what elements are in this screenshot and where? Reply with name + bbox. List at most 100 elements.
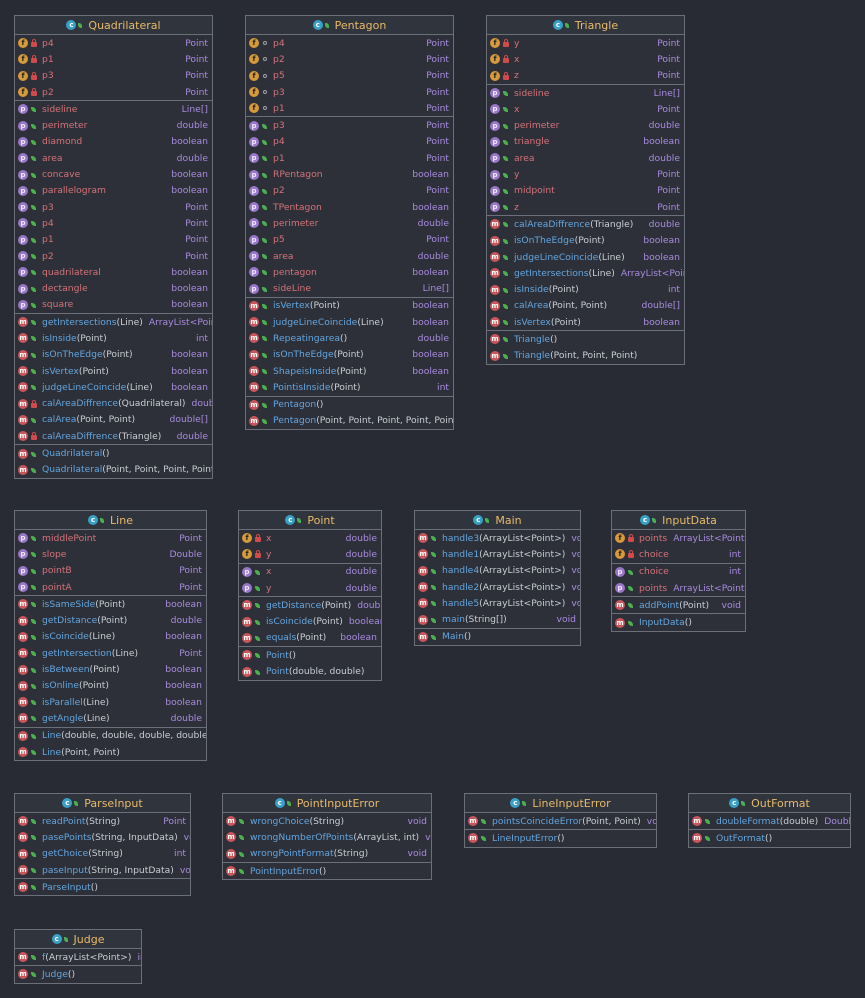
- method-row[interactable]: m OutFormat(): [689, 830, 850, 846]
- method-row[interactable]: m pointsCoincideError(Point, Point) void: [465, 813, 656, 829]
- method-row[interactable]: m Point (double, double): [239, 663, 381, 679]
- class-header[interactable]: c Line: [15, 511, 206, 530]
- field-row[interactable]: f p4 Point: [15, 35, 212, 51]
- class-header[interactable]: c OutFormat: [689, 794, 850, 813]
- method-row[interactable]: m isOnTheEdge (Point) boolean: [15, 347, 212, 363]
- method-row[interactable]: m isParallel (Line) boolean: [15, 694, 206, 710]
- method-row[interactable]: m paseInput(String, InputData) void: [15, 862, 190, 878]
- method-row[interactable]: m ParseInput(): [15, 879, 190, 895]
- field-row[interactable]: f points ArrayList<Point>: [612, 530, 745, 546]
- method-row[interactable]: m calAreaDiffrence(Quadrilateral) double: [15, 396, 212, 412]
- method-row[interactable]: m Repeatingarea() double: [246, 330, 453, 346]
- property-row[interactable]: p y Point: [487, 166, 684, 182]
- field-row[interactable]: f choice int: [612, 546, 745, 562]
- property-row[interactable]: p middlePoint Point: [15, 530, 206, 546]
- method-row[interactable]: m isInside (Point) int: [15, 330, 212, 346]
- property-row[interactable]: p RPentagon boolean: [246, 166, 453, 182]
- method-row[interactable]: m wrongPointFormat (String) void: [223, 846, 431, 862]
- property-row[interactable]: p slope Double: [15, 546, 206, 562]
- method-row[interactable]: m Line (double, double, double, double): [15, 728, 206, 744]
- method-row[interactable]: m calArea (Point, Point) double[]: [487, 298, 684, 314]
- method-row[interactable]: m handle2(ArrayList<Point>) void: [415, 579, 580, 595]
- method-row[interactable]: m Triangle(): [487, 331, 684, 347]
- class-header[interactable]: c Pentagon: [246, 16, 453, 35]
- uml-class-Line[interactable]: c Line p middlePoint Point p slope Double p point…: [14, 510, 207, 762]
- method-row[interactable]: m judgeLineCoincide (Line) boolean: [246, 314, 453, 330]
- method-row[interactable]: m isVertex (Point) boolean: [15, 363, 212, 379]
- method-row[interactable]: m calAreaDiffrence (Triangle) double: [15, 428, 212, 444]
- uml-class-Pentagon[interactable]: c Pentagon f p4 Point f p2 Point f p5 Point f p3 Poin…: [245, 15, 454, 431]
- class-header[interactable]: c ParseInput: [15, 794, 190, 813]
- method-row[interactable]: m isOnline (Point) boolean: [15, 678, 206, 694]
- field-row[interactable]: f p3 Point: [246, 84, 453, 100]
- property-row[interactable]: p pointB Point: [15, 563, 206, 579]
- uml-class-Triangle[interactable]: c Triangle f y Point f x Point f z Point p sideline L…: [486, 15, 685, 365]
- uml-class-InputData[interactable]: c InputData f points ArrayList<Point> f choice…: [611, 510, 746, 632]
- property-row[interactable]: p z Point: [487, 199, 684, 215]
- property-row[interactable]: p p4 Point: [246, 134, 453, 150]
- method-row[interactable]: m getIntersections(Line) ArrayList<Point>: [15, 314, 212, 330]
- method-row[interactable]: m Quadrilateral (Point, Point, Point, Poin…: [15, 462, 212, 478]
- uml-class-OutFormat[interactable]: c OutFormat m doubleFormat(double) Double m Ou…: [688, 793, 851, 848]
- method-row[interactable]: m isCoincide (Line) boolean: [15, 629, 206, 645]
- field-row[interactable]: f x Point: [487, 51, 684, 67]
- property-row[interactable]: p sideline Line[]: [487, 85, 684, 101]
- uml-class-Quadrilateral[interactable]: c Quadrilateral f p4 Point f p1 Point f p3 Point f p…: [14, 15, 213, 480]
- property-row[interactable]: p p5 Point: [246, 232, 453, 248]
- method-row[interactable]: m wrongNumberOfPoints(ArrayList, int) void: [223, 829, 431, 845]
- method-row[interactable]: m calAreaDiffrence (Triangle) double: [487, 216, 684, 232]
- uml-class-PointInputError[interactable]: c PointInputError m wrongChoice (String) void…: [222, 793, 432, 881]
- property-row[interactable]: p p3 Point: [15, 199, 212, 215]
- method-row[interactable]: m judgeLineCoincide (Line) boolean: [487, 249, 684, 265]
- property-row[interactable]: p diamond boolean: [15, 134, 212, 150]
- property-row[interactable]: p p3 Point: [246, 117, 453, 133]
- method-row[interactable]: m getIntersection (Line) Point: [15, 645, 206, 661]
- property-row[interactable]: p choice int: [612, 564, 745, 580]
- method-row[interactable]: m calArea (Point, Point) double[]: [15, 412, 212, 428]
- class-header[interactable]: c Triangle: [487, 16, 684, 35]
- property-row[interactable]: p area double: [487, 150, 684, 166]
- class-header[interactable]: c Quadrilateral: [15, 16, 212, 35]
- property-row[interactable]: p parallelogram boolean: [15, 183, 212, 199]
- property-row[interactable]: p pentagon boolean: [246, 264, 453, 280]
- method-row[interactable]: m Pentagon(): [246, 397, 453, 413]
- method-row[interactable]: m isVertex (Point) boolean: [487, 314, 684, 330]
- method-row[interactable]: m getIntersections(Line) ArrayList<Point>: [487, 265, 684, 281]
- method-row[interactable]: m LineInputError(): [465, 830, 656, 846]
- class-header[interactable]: c Judge: [15, 930, 141, 949]
- method-row[interactable]: m pasePoints(String, InputData) void: [15, 829, 190, 845]
- method-row[interactable]: m isSameSide (Point) boolean: [15, 596, 206, 612]
- field-row[interactable]: f x double: [239, 530, 381, 546]
- property-row[interactable]: p TPentagon boolean: [246, 199, 453, 215]
- property-row[interactable]: p dectangle boolean: [15, 280, 212, 296]
- method-row[interactable]: m Quadrilateral(): [15, 445, 212, 461]
- property-row[interactable]: p x Point: [487, 101, 684, 117]
- class-header[interactable]: c PointInputError: [223, 794, 431, 813]
- property-row[interactable]: p perimeter double: [246, 215, 453, 231]
- method-row[interactable]: m PointInputError(): [223, 863, 431, 879]
- method-row[interactable]: m getChoice (String) int: [15, 846, 190, 862]
- property-row[interactable]: p p2 Point: [246, 183, 453, 199]
- method-row[interactable]: m getDistance(Point) double: [239, 597, 381, 613]
- method-row[interactable]: m main (String[]) void: [415, 611, 580, 627]
- property-row[interactable]: p perimeter double: [487, 117, 684, 133]
- method-row[interactable]: m Triangle (Point, Point, Point): [487, 348, 684, 364]
- field-row[interactable]: f p5 Point: [246, 68, 453, 84]
- field-row[interactable]: f p2 Point: [246, 51, 453, 67]
- field-row[interactable]: f y Point: [487, 35, 684, 51]
- field-row[interactable]: f p1 Point: [246, 100, 453, 116]
- property-row[interactable]: p x double: [239, 564, 381, 580]
- class-header[interactable]: c Point: [239, 511, 381, 530]
- class-header[interactable]: c Main: [415, 511, 580, 530]
- uml-class-ParseInput[interactable]: c ParseInput m readPoint (String) Point m paseP…: [14, 793, 191, 897]
- property-row[interactable]: p p1 Point: [15, 232, 212, 248]
- uml-class-Point[interactable]: c Point f x double f y double p x double p y double m g…: [238, 510, 382, 681]
- method-row[interactable]: m Point(): [239, 647, 381, 663]
- field-row[interactable]: f p4 Point: [246, 35, 453, 51]
- method-row[interactable]: m isOnTheEdge (Point) boolean: [487, 233, 684, 249]
- class-header[interactable]: c LineInputError: [465, 794, 656, 813]
- method-row[interactable]: m Line (Point, Point): [15, 744, 206, 760]
- method-row[interactable]: m addPoint (Point) void: [612, 597, 745, 613]
- uml-class-Judge[interactable]: cJudgemf(ArrayList<Point>)intmJudge(): [14, 929, 142, 984]
- method-row[interactable]: m getDistance(Point) double: [15, 612, 206, 628]
